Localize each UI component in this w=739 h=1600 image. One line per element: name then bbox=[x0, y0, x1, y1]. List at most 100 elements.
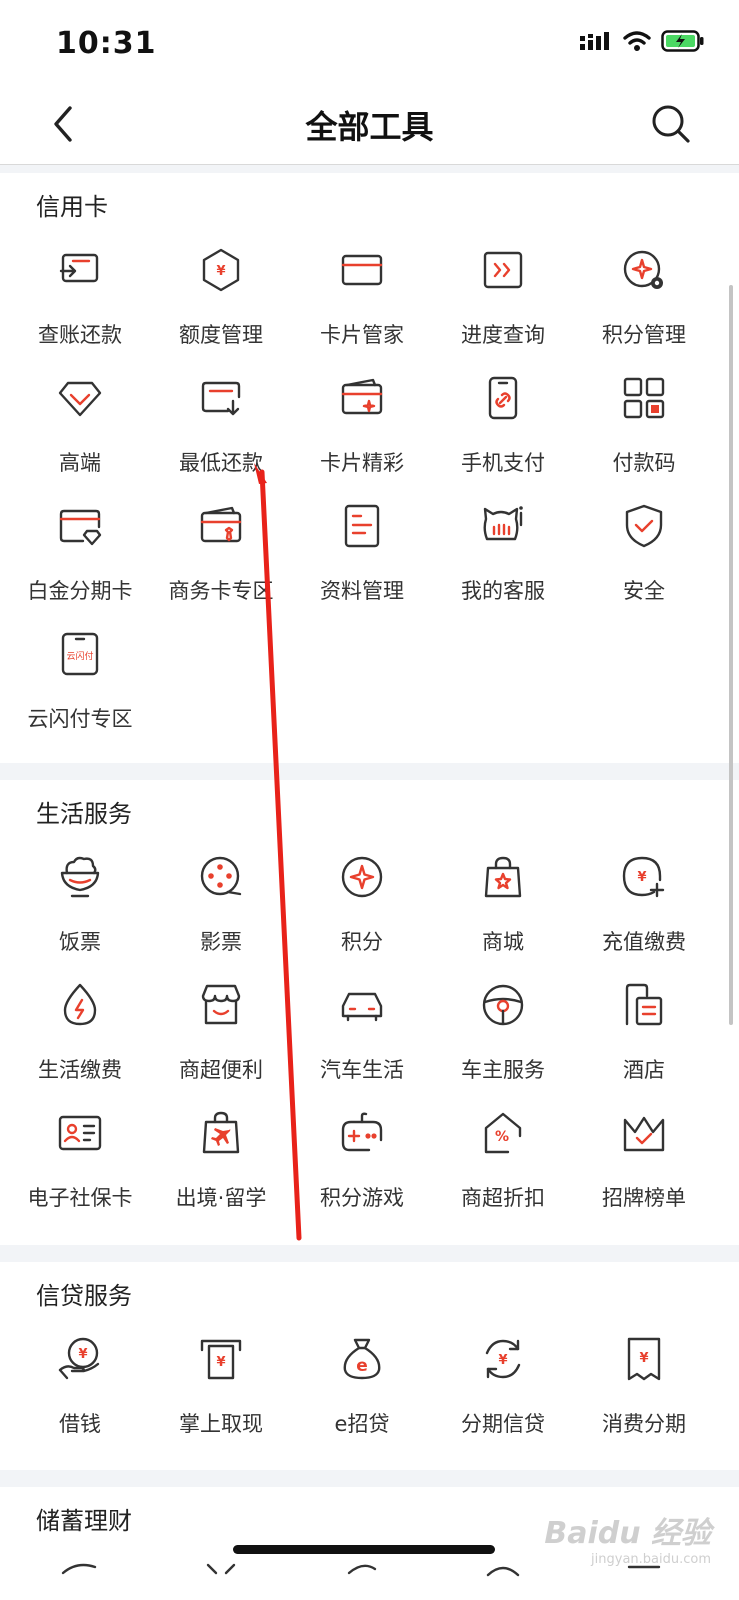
savings-icon-2[interactable] bbox=[198, 1559, 244, 1600]
tool-label: 积分 bbox=[341, 930, 383, 954]
yuan-glyph: ¥ bbox=[216, 1355, 225, 1370]
tool-label: 消费分期 bbox=[602, 1412, 686, 1436]
tool-e-loan[interactable]: e e招贷 bbox=[290, 1336, 434, 1456]
tool-profile-manage[interactable]: 资料管理 bbox=[290, 503, 434, 623]
tool-progress-query[interactable]: 进度查询 bbox=[431, 247, 575, 367]
tool-label: 汽车生活 bbox=[320, 1058, 404, 1082]
tool-hotel[interactable]: 酒店 bbox=[572, 982, 716, 1102]
tool-supermarket[interactable]: 商超便利 bbox=[149, 982, 293, 1102]
tool-min-repay[interactable]: 最低还款 bbox=[149, 375, 293, 495]
watermark-url: jingyan.baidu.com bbox=[591, 1552, 711, 1567]
tool-label: 积分管理 bbox=[602, 323, 686, 347]
points-star-icon bbox=[341, 856, 383, 898]
card-icon bbox=[341, 254, 383, 286]
tool-mobile-pay[interactable]: 手机支付 bbox=[431, 375, 575, 495]
section-title: 生活服务 bbox=[36, 800, 132, 828]
tool-mall[interactable]: 商城 bbox=[431, 854, 575, 974]
tool-label: 借钱 bbox=[59, 1412, 101, 1436]
discount-house-icon: % bbox=[484, 1112, 522, 1154]
yuan-glyph: ¥ bbox=[78, 1347, 87, 1362]
tool-label: 商务卡专区 bbox=[168, 579, 274, 603]
tool-label: 出境·留学 bbox=[175, 1186, 267, 1210]
tool-supermarket-discount[interactable]: % 商超折扣 bbox=[431, 1110, 575, 1230]
tool-movie-ticket[interactable]: 影票 bbox=[149, 854, 293, 974]
tool-label: 电子社保卡 bbox=[27, 1186, 133, 1210]
tool-car-life[interactable]: 汽车生活 bbox=[290, 982, 434, 1102]
search-button[interactable] bbox=[649, 102, 693, 146]
status-icons bbox=[579, 30, 705, 52]
tool-label: 付款码 bbox=[612, 451, 676, 475]
tool-label: 分期信贷 bbox=[461, 1412, 545, 1436]
tool-payment-code[interactable]: 付款码 bbox=[572, 375, 716, 495]
tool-borrow-money[interactable]: ¥ 借钱 bbox=[8, 1336, 152, 1456]
tool-business-card[interactable]: 商务卡专区 bbox=[149, 503, 293, 623]
min-repay-icon bbox=[201, 381, 241, 416]
tool-security[interactable]: 安全 bbox=[572, 503, 716, 623]
car-icon bbox=[341, 992, 383, 1022]
e-glyph: e bbox=[356, 1356, 368, 1376]
tool-points-manage[interactable]: 积分管理 bbox=[572, 247, 716, 367]
battery-icon bbox=[661, 30, 704, 52]
tool-credit-limit[interactable]: ¥ 额度管理 bbox=[149, 247, 293, 367]
savings-icon-3[interactable] bbox=[339, 1559, 385, 1600]
tool-social-security-card[interactable]: 电子社保卡 bbox=[8, 1110, 152, 1230]
shopping-bag-icon bbox=[484, 856, 522, 898]
tool-travel-study-abroad[interactable]: 出境·留学 bbox=[149, 1110, 293, 1230]
section-title: 信贷服务 bbox=[36, 1282, 132, 1310]
progress-icon bbox=[483, 251, 523, 289]
tool-car-owner[interactable]: 车主服务 bbox=[431, 982, 575, 1102]
tool-recharge-pay[interactable]: ¥ 充值缴费 bbox=[572, 854, 716, 974]
section-divider bbox=[0, 1245, 739, 1262]
steering-wheel-icon bbox=[482, 984, 524, 1026]
yuan-plus-icon: ¥ bbox=[622, 856, 665, 898]
tool-card-highlights[interactable]: 卡片精彩 bbox=[290, 375, 434, 495]
home-indicator[interactable] bbox=[233, 1545, 495, 1554]
tool-consumer-installment[interactable]: ¥ 消费分期 bbox=[572, 1336, 716, 1456]
tool-label: 云闪付专区 bbox=[27, 707, 133, 731]
storefront-icon bbox=[201, 984, 241, 1025]
tool-label: 招牌榜单 bbox=[602, 1186, 686, 1210]
tool-cash-withdrawal[interactable]: ¥ 掌上取现 bbox=[149, 1336, 293, 1456]
tool-unionpay-zone[interactable]: 云闪付 云闪付专区 bbox=[8, 631, 152, 751]
tool-label: 进度查询 bbox=[461, 323, 545, 347]
scrollbar[interactable] bbox=[729, 285, 733, 1025]
tool-label: 充值缴费 bbox=[602, 930, 686, 954]
tool-label: 查账还款 bbox=[38, 323, 122, 347]
tool-installment-loan[interactable]: ¥ 分期信贷 bbox=[431, 1336, 575, 1456]
tool-label: 最低还款 bbox=[179, 451, 263, 475]
film-reel-icon bbox=[200, 856, 242, 896]
yuan-glyph: ¥ bbox=[216, 264, 225, 279]
points-gear-icon bbox=[623, 250, 663, 289]
tool-label: 卡片精彩 bbox=[320, 451, 404, 475]
savings-icon-4[interactable] bbox=[480, 1559, 526, 1600]
tool-utility-bills[interactable]: 生活缴费 bbox=[8, 982, 152, 1102]
tool-customer-service[interactable]: 我的客服 bbox=[431, 503, 575, 623]
tool-top-list[interactable]: 招牌榜单 bbox=[572, 1110, 716, 1230]
tool-label: 白金分期卡 bbox=[27, 579, 133, 603]
tool-label: 卡片管家 bbox=[320, 323, 404, 347]
tool-meal-voucher[interactable]: 饭票 bbox=[8, 854, 152, 974]
tool-label: 我的客服 bbox=[461, 579, 545, 603]
section-divider bbox=[0, 763, 739, 780]
tool-label: 商城 bbox=[482, 930, 524, 954]
gamepad-icon bbox=[341, 1112, 383, 1152]
tool-check-bill-repay[interactable]: 查账还款 bbox=[8, 247, 152, 367]
tool-platinum-installment[interactable]: 白金分期卡 bbox=[8, 503, 152, 623]
search-icon bbox=[652, 105, 690, 143]
crown-icon bbox=[623, 1116, 665, 1152]
savings-icon-1[interactable] bbox=[57, 1559, 103, 1600]
card-diamond-icon bbox=[59, 509, 102, 546]
bill-repay-icon bbox=[59, 253, 99, 283]
yuan-glyph: ¥ bbox=[639, 1351, 648, 1366]
section-title: 信用卡 bbox=[36, 193, 108, 221]
tool-label: 积分游戏 bbox=[320, 1186, 404, 1210]
airplane-bag-icon bbox=[202, 1111, 240, 1154]
tool-card-manager[interactable]: 卡片管家 bbox=[290, 247, 434, 367]
id-card-icon bbox=[58, 1115, 102, 1151]
tool-points-game[interactable]: 积分游戏 bbox=[290, 1110, 434, 1230]
tool-high-end[interactable]: 高端 bbox=[8, 375, 152, 495]
tool-label: 手机支付 bbox=[461, 451, 545, 475]
section-divider bbox=[0, 165, 739, 173]
tool-points[interactable]: 积分 bbox=[290, 854, 434, 974]
yuan-glyph: ¥ bbox=[498, 1353, 507, 1368]
